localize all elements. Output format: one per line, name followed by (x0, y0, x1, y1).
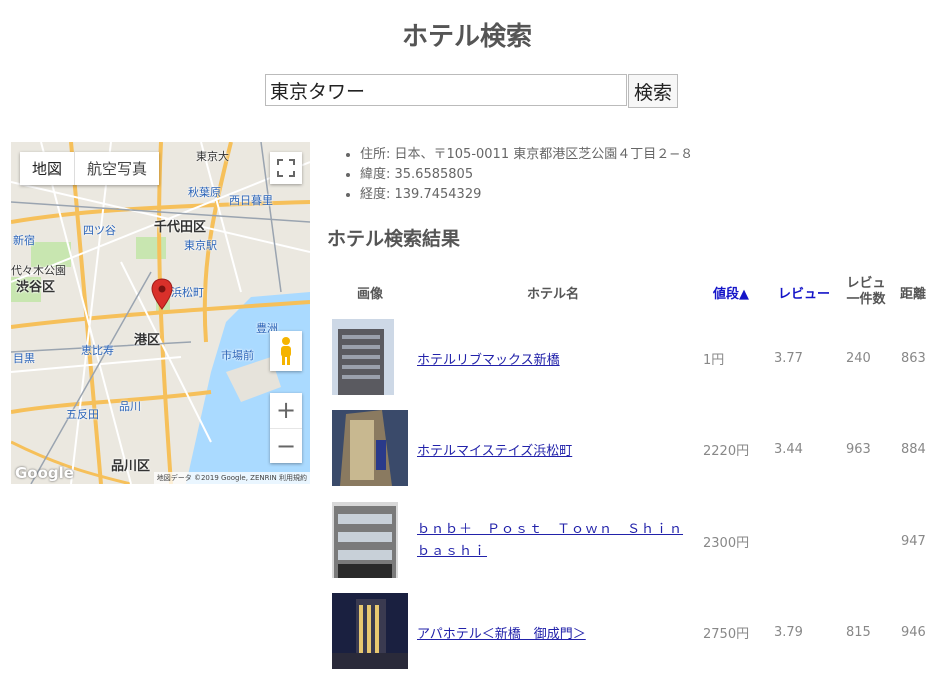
table-row: ホテルマイステイズ浜松町 2220円 3.44 963 884 (327, 406, 934, 492)
fullscreen-button[interactable] (270, 152, 302, 184)
review-count-cell: 815 (846, 624, 871, 640)
hotel-name-link[interactable]: ホテルマイステイズ浜松町 (417, 406, 572, 492)
map-label-tokyo-station: 東京駅 (184, 239, 217, 252)
review-cell: 3.44 (774, 441, 803, 457)
price-cell: 1円 (703, 352, 725, 368)
map-label-shijomae: 市場前 (221, 349, 254, 362)
map-label-gotanda: 五反田 (66, 408, 99, 421)
page-title: ホテル検索 (401, 22, 532, 52)
review-cell: 3.79 (774, 624, 803, 640)
results-title: ホテル検索結果 (327, 228, 461, 250)
longitude-text: 経度: 139.7454329 (360, 185, 693, 205)
distance-cell: 947 (901, 533, 926, 549)
hotel-photo[interactable] (332, 593, 408, 669)
map-label-minato: 港区 (134, 333, 161, 348)
distance-cell: 884 (901, 441, 926, 457)
header-price-sort[interactable]: 値段▲ (713, 270, 749, 314)
price-cell: 2220円 (703, 443, 750, 459)
review-cell: 3.77 (774, 350, 803, 366)
price-cell: 2300円 (703, 535, 750, 551)
map-type-control: 地図 航空写真 (20, 152, 160, 185)
zoom-out-button[interactable]: − (270, 427, 302, 464)
hotel-name-link[interactable]: アパホテル＜新橋 御成門＞ (417, 589, 586, 675)
review-count-cell: 240 (846, 350, 871, 366)
map[interactable]: 千代田区 渋谷区 港区 品川区 東京駅 秋葉原 恵比寿 五反田 品川 浜松町 豊… (11, 142, 310, 484)
map-label-yoyogi-park: 代々木公園 (11, 264, 66, 277)
fullscreen-icon (277, 159, 295, 177)
hotel-photo[interactable] (332, 319, 394, 395)
street-view-button[interactable] (270, 331, 302, 371)
table-row: ｂｎｂ＋ Ｐｏｓｔ Ｔｏｗｎ Ｓｈｉｎｂａｓｈｉ 2300円 947 (327, 498, 934, 584)
map-label-shibuya: 渋谷区 (16, 280, 56, 295)
hotel-name-link[interactable]: ホテルリブマックス新橋 (417, 315, 560, 401)
header-review-count: レビュ一件数 (846, 276, 886, 307)
map-attribution[interactable]: 地図データ ©2019 Google, ZENRIN 利用規約 (153, 472, 310, 484)
distance-cell: 946 (901, 624, 926, 640)
zoom-control: + − (270, 393, 302, 463)
map-label-yotsuya: 四ツ谷 (83, 224, 116, 237)
header-hotel-name: ホテル名 (527, 286, 580, 302)
hotel-photo[interactable] (332, 410, 408, 486)
location-info: 住所: 日本、〒105-0011 東京都港区芝公園４丁目２−８ 緯度: 35.6… (344, 145, 693, 205)
map-label-shinagawa-ku: 品川区 (111, 459, 151, 474)
map-label-chiyoda: 千代田区 (154, 220, 207, 235)
map-label-nishi-nippori: 西日暮里 (229, 194, 273, 207)
table-row: アパホテル＜新橋 御成門＞ 2750円 3.79 815 946 (327, 589, 934, 675)
map-type-roadmap-button[interactable]: 地図 (20, 152, 74, 185)
zoom-in-button[interactable]: + (270, 393, 302, 428)
header-review-sort[interactable]: レビュー (778, 270, 830, 314)
map-type-satellite-button[interactable]: 航空写真 (74, 152, 159, 185)
map-label-ebisu: 恵比寿 (81, 344, 114, 357)
pegman-icon (281, 337, 291, 365)
hotel-photo[interactable] (332, 502, 398, 578)
header-distance: 距離 (900, 286, 927, 302)
hotel-name-link[interactable]: ｂｎｂ＋ Ｐｏｓｔ Ｔｏｗｎ Ｓｈｉｎｂａｓｈｉ (417, 498, 692, 584)
results-table-header: 画像 ホテル名 値段▲ レビュー レビュ一件数 距離 (327, 270, 934, 314)
map-label-akihabara: 秋葉原 (188, 186, 221, 199)
google-logo: Google (15, 464, 74, 482)
latitude-text: 緯度: 35.6585805 (360, 165, 693, 185)
price-cell: 2750円 (703, 626, 750, 642)
header-image: 画像 (357, 286, 384, 302)
address-text: 住所: 日本、〒105-0011 東京都港区芝公園４丁目２−８ (360, 145, 693, 165)
map-label-shinjuku: 新宿 (13, 234, 35, 247)
map-label-meguro: 目黒 (13, 352, 35, 365)
review-count-cell: 963 (846, 441, 871, 457)
search-button[interactable]: 検索 (628, 74, 679, 108)
distance-cell: 863 (901, 350, 926, 366)
map-label-shinagawa: 品川 (119, 400, 141, 413)
location-pin-icon[interactable] (151, 278, 173, 310)
table-row: ホテルリブマックス新橋 1円 3.77 240 863 (327, 315, 934, 401)
map-label-hamamatsucho: 浜松町 (171, 286, 204, 299)
search-bar: 検索 (265, 74, 679, 108)
map-label-tokyo-univ: 東京大 (196, 150, 229, 163)
search-input[interactable] (265, 74, 627, 106)
